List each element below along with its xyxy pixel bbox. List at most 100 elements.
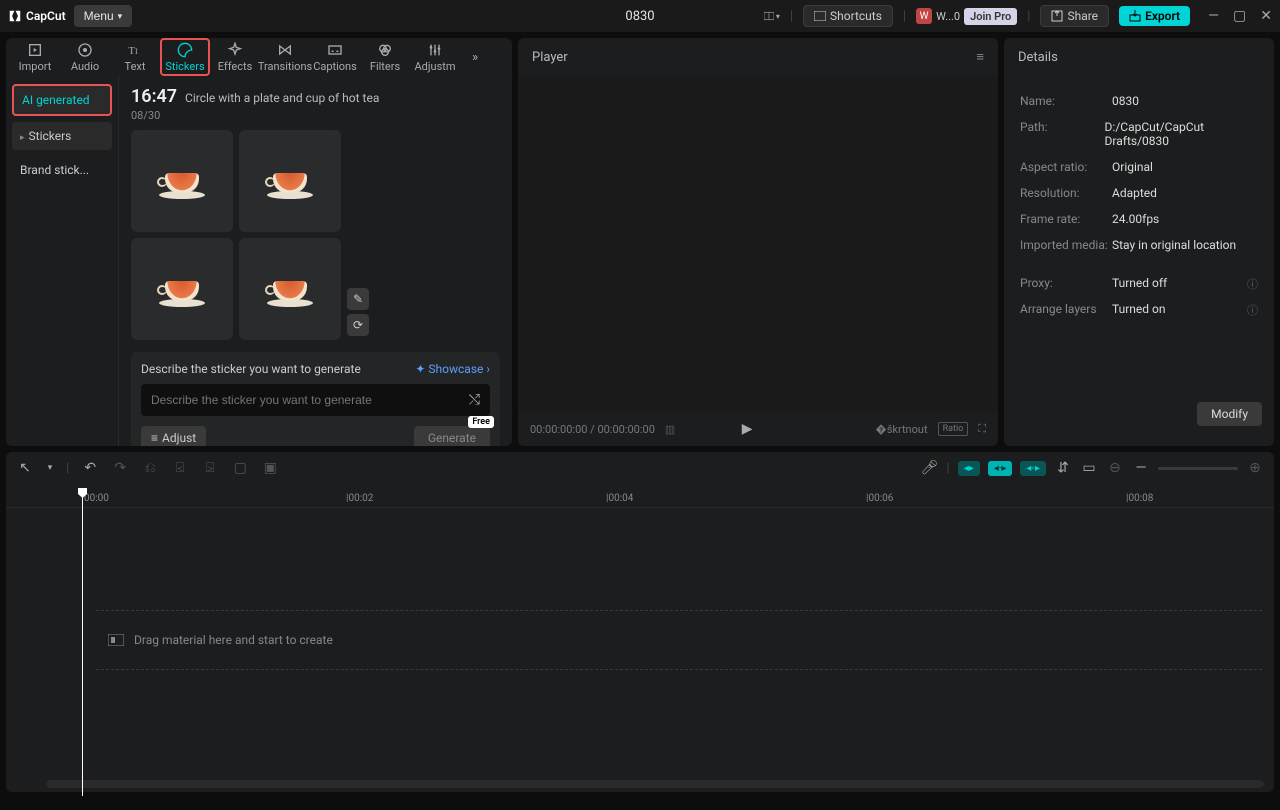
mic-icon[interactable]: 🎤︎ <box>921 460 939 476</box>
tab-audio[interactable]: Audio <box>60 38 110 76</box>
detail-resolution-value: Adapted <box>1112 186 1157 200</box>
ruler-mark-3: 00:06 <box>868 493 893 504</box>
preview-icon[interactable]: ▭ <box>1080 460 1098 476</box>
info-icon[interactable]: ⓘ <box>1247 276 1258 292</box>
tab-import[interactable]: Import <box>10 38 60 76</box>
sidebar-item-brand[interactable]: Brand stick... <box>12 156 112 184</box>
timeline[interactable]: 00:00 |00:02 |00:04 |00:06 |00:08 Drag m… <box>6 484 1274 792</box>
detail-name-label: Name: <box>1020 94 1112 108</box>
layout-icon[interactable]: ▾ <box>764 8 780 24</box>
ai-generation-area: 16:47 Circle with a plate and cup of hot… <box>119 76 512 446</box>
detail-aspect-label: Aspect ratio: <box>1020 160 1112 174</box>
player-viewport[interactable] <box>518 76 998 412</box>
sticker-result-4[interactable] <box>239 238 341 340</box>
teacup-icon <box>157 271 207 307</box>
prompt-input[interactable] <box>151 393 469 407</box>
sticker-icon <box>177 42 193 58</box>
sliders-icon: ≡ <box>151 431 158 445</box>
player-menu-icon[interactable]: ≡ <box>976 49 984 65</box>
sidebar-item-stickers[interactable]: Stickers <box>12 122 112 150</box>
teacup-icon <box>265 163 315 199</box>
media-icon <box>108 634 124 646</box>
playhead[interactable] <box>82 488 83 796</box>
details-panel: Details Name:0830 Path:D:/CapCut/CapCut … <box>1004 38 1274 446</box>
tab-text[interactable]: TIText <box>110 38 160 76</box>
timeline-drop-zone[interactable]: Drag material here and start to create <box>96 610 1262 670</box>
split-right-button[interactable]: ⍄ <box>201 460 219 476</box>
titlebar: CapCut Menu▾ 0830 ▾ | Shortcuts | W W...… <box>0 0 1280 32</box>
generation-desc: Circle with a plate and cup of hot tea <box>185 91 379 105</box>
timeline-scrollbar[interactable] <box>46 780 1264 788</box>
minimize-button[interactable]: — <box>1208 8 1219 24</box>
showcase-button[interactable]: ✦Showcase› <box>415 362 490 376</box>
shuffle-icon[interactable]: ⤭ <box>469 392 480 408</box>
ruler-mark-0: 00:00 <box>84 493 109 504</box>
delete-button[interactable]: ▢ <box>231 460 249 476</box>
crop-clip-button[interactable]: ▣ <box>261 460 279 476</box>
tab-captions[interactable]: Captions <box>310 38 360 76</box>
crop-icon[interactable]: �škrtnout <box>875 423 927 436</box>
info-icon[interactable]: ⓘ <box>1247 302 1258 318</box>
tab-transitions[interactable]: Transitions <box>260 38 310 76</box>
regenerate-button[interactable]: ⟳ <box>347 314 369 336</box>
detail-fps-label: Frame rate: <box>1020 212 1112 226</box>
tab-stickers[interactable]: Stickers <box>160 38 210 76</box>
undo-button[interactable]: ↶ <box>81 460 99 476</box>
pointer-tool[interactable]: ↖ <box>16 460 34 476</box>
top-tab-strip: Import Audio TIText Stickers Effects Tra… <box>6 38 512 76</box>
text-icon: TI <box>127 42 143 58</box>
join-pro-button[interactable]: Join Pro <box>964 8 1017 25</box>
sticker-result-1[interactable] <box>131 130 233 232</box>
split-button[interactable]: ⎌ <box>141 460 159 476</box>
close-button[interactable]: ✕ <box>1260 8 1272 24</box>
sticker-result-2[interactable] <box>239 130 341 232</box>
filters-icon <box>377 42 393 58</box>
player-panel: Player ≡ 00:00:00:00 / 00:00:00:00 ▥ ▶ �… <box>518 38 998 446</box>
capcut-icon <box>8 9 22 23</box>
ruler-mark-2: 00:04 <box>608 493 633 504</box>
user-pill[interactable]: W W...0 Join Pro <box>916 8 1017 25</box>
snap-2[interactable]: ◂·▸ <box>988 461 1013 476</box>
share-button[interactable]: Share <box>1040 5 1109 27</box>
play-button[interactable]: ▶ <box>742 421 753 437</box>
snap-1[interactable]: ◂▸ <box>958 461 980 476</box>
zoom-minus[interactable]: — <box>1132 460 1150 476</box>
pointer-dropdown[interactable]: ▾ <box>46 463 54 473</box>
redo-button[interactable]: ↷ <box>111 460 129 476</box>
effects-icon <box>227 42 243 58</box>
adjust-icon <box>427 42 443 58</box>
tab-effects[interactable]: Effects <box>210 38 260 76</box>
ratio-button[interactable]: Ratio <box>938 422 969 436</box>
ruler-mark-1: 00:02 <box>348 493 373 504</box>
detail-media-label: Imported media: <box>1020 238 1112 252</box>
zoom-slider[interactable] <box>1158 467 1238 470</box>
split-left-button[interactable]: ⍃ <box>171 460 189 476</box>
svg-text:T: T <box>128 46 135 57</box>
zoom-out-icon[interactable]: ⊖ <box>1106 460 1124 476</box>
sticker-result-3[interactable] <box>131 238 233 340</box>
shortcuts-button[interactable]: Shortcuts <box>803 5 893 27</box>
sticker-grid <box>131 130 341 340</box>
export-button[interactable]: Export <box>1119 6 1190 26</box>
modify-button[interactable]: Modify <box>1197 402 1262 426</box>
tab-more[interactable]: » <box>460 38 490 76</box>
maximize-button[interactable]: ▢ <box>1233 8 1246 24</box>
snap-3[interactable]: ◂◦▸ <box>1020 461 1046 476</box>
link-icon[interactable]: ⇵ <box>1054 460 1072 476</box>
fullscreen-icon[interactable]: ⛶ <box>978 422 986 436</box>
audio-icon <box>77 42 93 58</box>
detail-media-value: Stay in original location <box>1112 238 1236 252</box>
menu-button[interactable]: Menu▾ <box>74 5 133 27</box>
sidebar-item-ai-generated[interactable]: AI generated <box>12 84 112 116</box>
edit-batch-button[interactable]: ✎ <box>347 288 369 310</box>
tab-adjustment[interactable]: Adjustm <box>410 38 460 76</box>
tab-filters[interactable]: Filters <box>360 38 410 76</box>
zoom-plus[interactable]: ⊕ <box>1246 460 1264 476</box>
generate-button[interactable]: Generate <box>414 426 490 446</box>
adjust-button[interactable]: ≡Adjust <box>141 426 206 446</box>
detail-proxy-value: Turned off <box>1112 276 1167 290</box>
timeline-ruler[interactable]: 00:00 |00:02 |00:04 |00:06 |00:08 <box>6 488 1274 508</box>
transitions-icon <box>277 42 293 58</box>
teacup-icon <box>265 271 315 307</box>
compare-icon[interactable]: ▥ <box>665 423 675 436</box>
